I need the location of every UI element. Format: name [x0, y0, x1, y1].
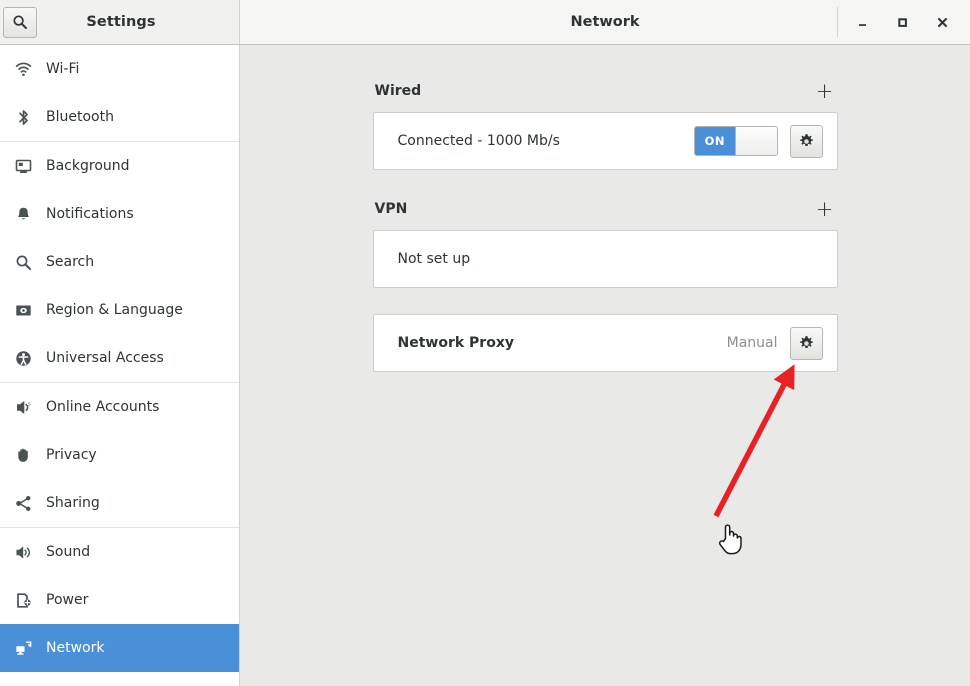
- wired-row: Connected - 1000 Mb/s ON: [374, 113, 837, 169]
- sidebar-item-label: Wi-Fi: [46, 61, 80, 77]
- hand-icon: [10, 447, 36, 464]
- wired-section-header: Wired +: [373, 78, 838, 104]
- battery-icon: [10, 592, 36, 609]
- titlebar-separator: [837, 7, 838, 37]
- sidebar-item-label: Network: [46, 640, 105, 656]
- add-wired-button[interactable]: +: [814, 80, 836, 102]
- gear-icon: [799, 133, 813, 146]
- window-controls: [837, 0, 970, 44]
- network-proxy-label: Network Proxy: [397, 335, 514, 351]
- sidebar[interactable]: Wi-Fi Bluetooth Background Notifications…: [0, 45, 240, 686]
- add-vpn-button[interactable]: +: [814, 198, 836, 220]
- bluetooth-icon: [10, 109, 36, 126]
- sidebar-item-universal-access[interactable]: Universal Access: [0, 334, 239, 382]
- region-language-icon: [10, 302, 36, 319]
- sidebar-item-label: Privacy: [46, 447, 97, 463]
- sidebar-item-bluetooth[interactable]: Bluetooth: [0, 93, 239, 141]
- sidebar-item-label: Online Accounts: [46, 399, 160, 415]
- sidebar-item-label: Sharing: [46, 495, 100, 511]
- sidebar-item-power[interactable]: Power: [0, 576, 239, 624]
- wired-settings-button[interactable]: [789, 124, 823, 158]
- sidebar-item-search[interactable]: Search: [0, 238, 239, 286]
- titlebar: Settings Network: [0, 0, 970, 45]
- sidebar-item-wi-fi[interactable]: Wi-Fi: [0, 45, 239, 93]
- wired-toggle-state: ON: [694, 127, 735, 155]
- sidebar-item-privacy[interactable]: Privacy: [0, 431, 239, 479]
- wired-status-label: Connected - 1000 Mb/s: [397, 133, 560, 149]
- wifi-icon: [10, 61, 36, 78]
- gear-icon: [799, 335, 813, 348]
- window-body: Wi-Fi Bluetooth Background Notifications…: [0, 45, 970, 686]
- network-proxy-value: Manual: [726, 335, 778, 351]
- settings-window: Settings Network Wi-Fi Bluetooth Backgro…: [0, 0, 970, 686]
- vpn-row: Not set up: [374, 231, 837, 287]
- wired-toggle-knob: [735, 127, 777, 155]
- sidebar-item-background[interactable]: Background: [0, 142, 239, 190]
- sidebar-item-label: Search: [46, 254, 95, 270]
- sidebar-item-notifications[interactable]: Notifications: [0, 190, 239, 238]
- search-icon: [13, 15, 27, 29]
- network-proxy-card: Network Proxy Manual: [372, 314, 838, 372]
- sidebar-item-label: Power: [46, 592, 89, 608]
- online-accounts-icon: s: [10, 399, 36, 416]
- wired-card: Connected - 1000 Mb/s ON: [372, 112, 838, 170]
- sidebar-item-label: Region & Language: [46, 302, 183, 318]
- vpn-card: Not set up: [372, 230, 838, 288]
- network-panel: Wired + Connected - 1000 Mb/s ON VPN + N…: [372, 45, 838, 372]
- search-icon: [10, 254, 36, 271]
- minimize-icon: [858, 23, 866, 26]
- network-icon: [10, 640, 36, 657]
- close-button[interactable]: [922, 0, 962, 44]
- wired-toggle[interactable]: ON: [693, 126, 778, 156]
- wired-section-title: Wired: [374, 83, 422, 99]
- sidebar-item-label: Background: [46, 158, 130, 174]
- network-proxy-settings-button[interactable]: [789, 326, 823, 360]
- bell-icon: [10, 206, 36, 223]
- pointing-hand-cursor: [718, 524, 742, 555]
- sidebar-item-region-language[interactable]: Region & Language: [0, 286, 239, 334]
- maximize-button[interactable]: [882, 0, 922, 44]
- sidebar-item-sharing[interactable]: Sharing: [0, 479, 239, 527]
- svg-text:s: s: [28, 401, 31, 407]
- vpn-section-header: VPN +: [373, 196, 838, 222]
- accessibility-icon: [10, 350, 36, 367]
- background-icon: [10, 158, 36, 175]
- minimize-button[interactable]: [842, 0, 882, 44]
- titlebar-content-section: Network: [240, 0, 970, 44]
- network-proxy-row: Network Proxy Manual: [374, 315, 837, 371]
- sidebar-item-label: Universal Access: [46, 350, 164, 366]
- sidebar-title: Settings: [86, 14, 156, 30]
- titlebar-sidebar-section: Settings: [0, 0, 240, 44]
- sidebar-item-network[interactable]: Network: [0, 624, 239, 672]
- search-button[interactable]: [3, 6, 37, 38]
- sidebar-item-sound[interactable]: Sound: [0, 528, 239, 576]
- vpn-section-title: VPN: [374, 201, 408, 217]
- sidebar-item-label: Sound: [46, 544, 91, 560]
- speaker-icon: [10, 544, 36, 561]
- maximize-icon: [897, 17, 907, 27]
- vpn-status-label: Not set up: [397, 251, 471, 267]
- sidebar-item-label: Bluetooth: [46, 109, 114, 125]
- sidebar-item-label: Notifications: [46, 206, 134, 222]
- content-area: Wired + Connected - 1000 Mb/s ON VPN + N…: [240, 45, 970, 686]
- share-icon: [10, 495, 36, 512]
- close-icon: [937, 17, 947, 27]
- sidebar-item-online-accounts[interactable]: s Online Accounts: [0, 383, 239, 431]
